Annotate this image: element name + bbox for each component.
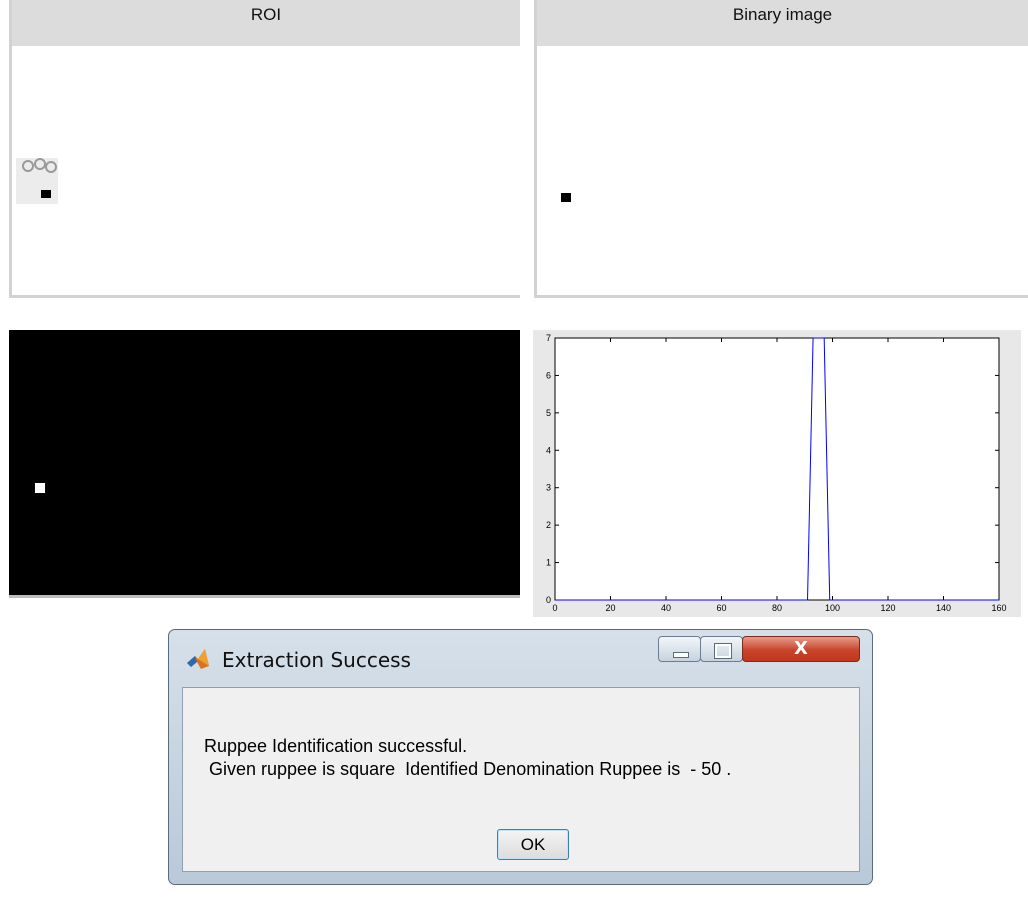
message-line-2: Given ruppee is square Identified Denomi… <box>204 759 732 779</box>
inverted-image-panel <box>9 330 520 598</box>
y-tick-label: 7 <box>546 333 551 343</box>
x-tick-label: 40 <box>661 603 671 613</box>
binary-blob <box>561 193 571 202</box>
y-tick-label: 6 <box>546 370 551 380</box>
x-tick-label: 60 <box>716 603 726 613</box>
binary-image-area <box>537 46 1028 295</box>
histogram-plot: 0 20 40 60 80 100 120 140 160 0 1 2 3 4 5 6 7 <box>533 330 1021 617</box>
y-tick-label: 3 <box>546 483 551 493</box>
y-tick-label: 4 <box>546 445 551 455</box>
roi-image-area <box>12 46 520 295</box>
close-button[interactable]: X <box>742 636 860 662</box>
roi-panel: ROI <box>9 0 520 298</box>
dialog-title: Extraction Success <box>222 648 411 672</box>
close-icon: X <box>794 638 808 659</box>
ok-button[interactable]: OK <box>497 829 569 860</box>
dialog-titlebar[interactable]: Extraction Success X <box>169 630 872 688</box>
roi-image <box>16 158 58 204</box>
roi-panel-title: ROI <box>12 0 520 46</box>
plot-area <box>554 337 1000 601</box>
inverted-blob <box>35 483 45 493</box>
matlab-icon <box>187 649 209 669</box>
maximize-button[interactable] <box>700 636 743 662</box>
x-tick-label: 0 <box>552 603 557 613</box>
plot-svg: 0 20 40 60 80 100 120 140 160 0 1 2 3 4 5 6 7 <box>546 333 1007 613</box>
message-line-1: Ruppee Identification successful. <box>204 736 468 756</box>
maximize-icon <box>714 643 732 659</box>
x-tick-label: 100 <box>825 603 840 613</box>
minimize-button[interactable] <box>658 636 701 662</box>
x-tick-label: 80 <box>772 603 782 613</box>
y-tick-label: 2 <box>546 520 551 530</box>
minimize-icon <box>673 652 689 658</box>
y-tick-label: 1 <box>546 558 551 568</box>
y-tick-label: 0 <box>546 595 551 605</box>
x-tick-label: 160 <box>991 603 1006 613</box>
y-tick-label: 5 <box>546 408 551 418</box>
binary-image-panel: Binary image <box>534 0 1028 298</box>
x-tick-label: 140 <box>936 603 951 613</box>
extraction-success-dialog: Extraction Success X Ruppee Identificati… <box>168 629 873 885</box>
x-tick-label: 20 <box>605 603 615 613</box>
x-tick-label: 120 <box>880 603 895 613</box>
binary-panel-title: Binary image <box>537 0 1028 46</box>
dialog-content: Ruppee Identification successful. Given … <box>182 687 860 872</box>
